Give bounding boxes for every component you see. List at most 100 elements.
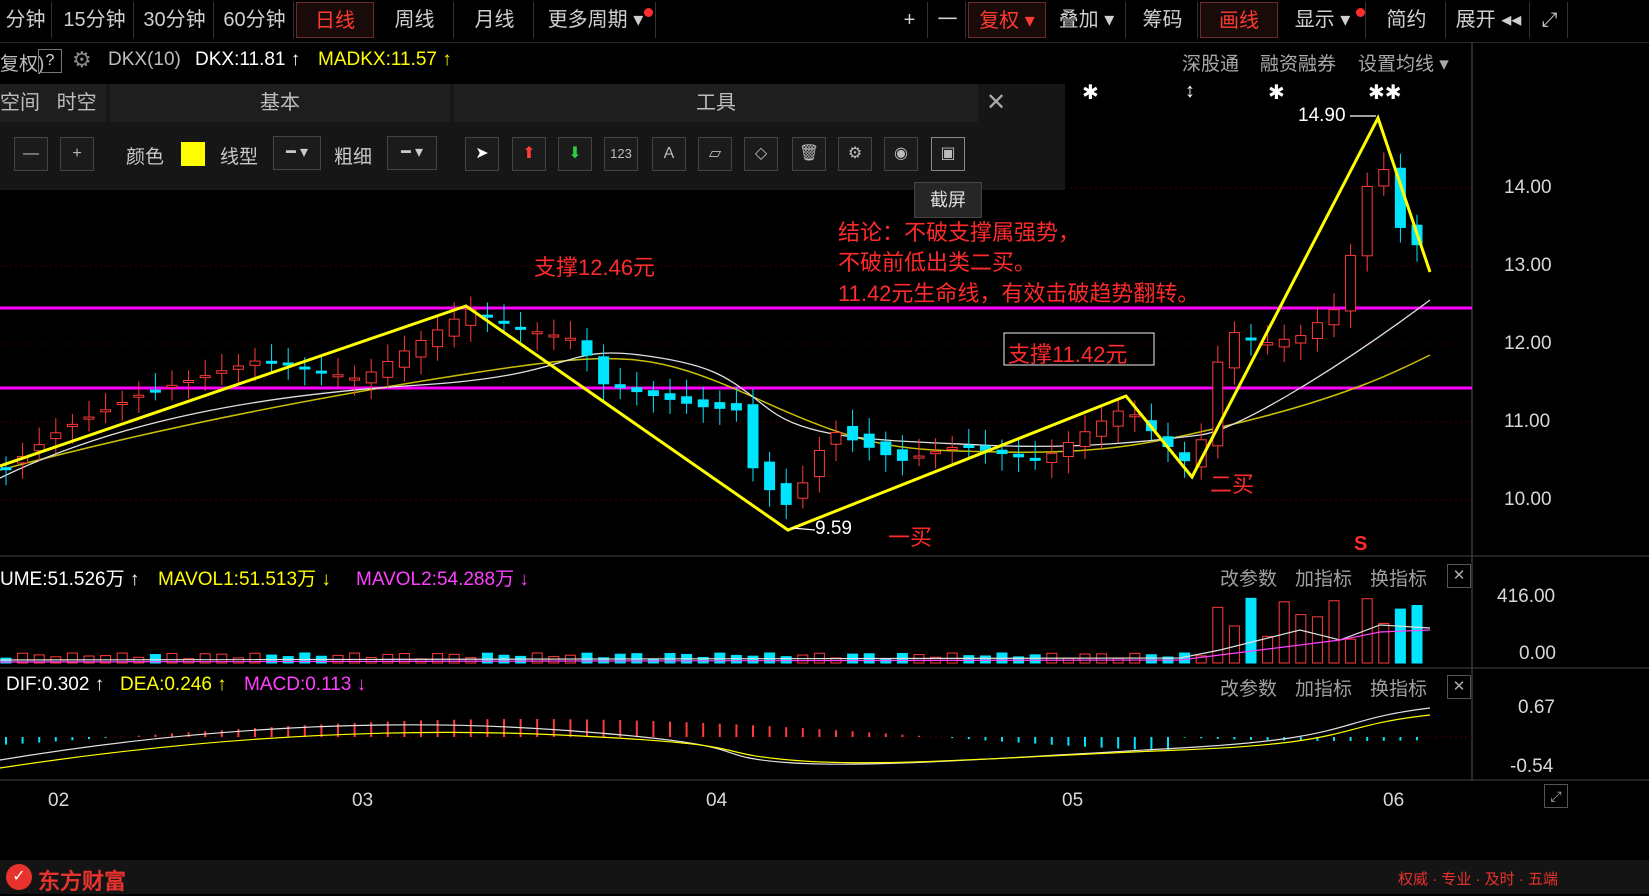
candle-body [1295,335,1307,344]
volume-bar [1295,614,1307,664]
second-buy-label: 二买 [1210,472,1255,497]
dif-line [0,707,1431,765]
trash-icon[interactable]: 🗑 [792,137,826,171]
candle-body [133,394,145,398]
resize-icon[interactable]: ⤢ [1544,784,1568,808]
macd-params-button[interactable]: 改参数 [1220,674,1277,701]
candle-body [299,366,311,370]
up-arrow-icon[interactable]: ⬆ [512,137,546,171]
candle-body [498,320,510,324]
macd-switch-indicator-button[interactable]: 换指标 [1370,674,1427,701]
candle-body [1029,457,1041,461]
candle-body [266,360,278,364]
candle-body [1378,169,1390,187]
candle-body [930,451,942,455]
event-mark-icon: ✱ [1082,82,1099,104]
plus-button[interactable]: + [60,137,94,171]
eraser-icon[interactable]: ◇ [744,137,778,171]
macd-value: MACD:0.113 ↓ [244,674,367,695]
candle-body [149,389,161,393]
candle-body [432,329,444,348]
candle-body [996,449,1008,455]
event-mark-icon: ✱✱ [1368,82,1402,104]
line-width-select[interactable]: ━ ▾ [387,136,437,170]
volume-bar [1345,638,1357,664]
volume-bar [1328,600,1340,664]
cursor-tool-icon[interactable]: ➤ [465,137,499,171]
brand-name: 东方财富 [38,869,127,894]
number-tool-icon[interactable]: 123 [604,137,638,171]
close-icon[interactable]: ✕ [986,88,1006,117]
volume-bar [979,655,991,664]
tab-time-space[interactable]: 时空 [57,92,97,114]
candle-body [946,446,958,450]
candle-body [1129,414,1141,418]
line-type-select[interactable]: ━ ▾ [273,136,321,170]
high-price-label: 14.90 [1298,105,1346,126]
volume-bar [1311,616,1323,664]
candle-body [1361,185,1373,257]
minus-button[interactable]: — [14,137,48,171]
macd-axis-top: 0.67 [1518,697,1555,718]
candle-body [1328,309,1340,326]
price-tick: 13.00 [1504,255,1552,276]
volume-bar [1394,608,1406,664]
candle-body [515,326,527,330]
sell-mark: S [1354,533,1368,555]
volume-bar [714,652,726,664]
candle-body [764,461,776,491]
candle-body [332,374,344,378]
event-mark-icon: ✱ [1268,82,1285,104]
candle-body [1245,337,1257,341]
candle-body [963,444,975,448]
candle-body [714,402,726,409]
price-tick: 11.00 [1504,411,1551,432]
candle-body [598,356,610,385]
candle-body [1079,431,1091,447]
candle-body [349,377,361,381]
eye-icon[interactable]: ◉ [884,137,918,171]
macd-axis-bottom: -0.54 [1510,756,1554,777]
candle-body [681,396,693,404]
volume-params-button[interactable]: 改参数 [1220,564,1277,591]
tab-space[interactable]: 空间 [0,92,40,114]
down-arrow-icon[interactable]: ⬇ [558,137,592,171]
candle-body [398,350,410,368]
candle-body [1046,452,1058,463]
candle-body [448,318,460,337]
volume-bar [232,657,244,664]
ruler-icon[interactable]: ▱ [698,137,732,171]
macd-close-icon[interactable]: ✕ [1447,675,1471,699]
volume-add-indicator-button[interactable]: 加指标 [1295,564,1352,591]
volume-close-icon[interactable]: ✕ [1447,564,1471,588]
candle-body [813,449,825,478]
date-tick: 05 [1062,790,1084,811]
candle-body [232,365,244,370]
candle-body [166,384,178,388]
settings-icon[interactable]: ⚙ [838,137,872,171]
candle-body [1228,332,1240,369]
color-swatch[interactable] [181,142,205,166]
candle-body [747,404,759,469]
volume-bar [1029,654,1041,664]
candle-body [896,449,908,461]
macd-add-indicator-button[interactable]: 加指标 [1295,674,1352,701]
date-tick: 04 [706,790,728,811]
volume-bars [0,597,1423,664]
volume-bar [465,657,477,664]
logo-icon: ✓ [6,864,32,890]
footer-bar: ✓ 东方财富 权威 · 专业 · 及时 · 五端 [0,860,1649,894]
color-label: 颜色 [126,147,165,168]
volume-switch-indicator-button[interactable]: 换指标 [1370,564,1427,591]
volume-bar [365,657,377,664]
candle-body [631,387,643,393]
mavol1-value: MAVOL1:51.513万 ↓ [158,569,331,590]
text-tool-icon[interactable]: A [652,137,686,171]
screenshot-icon[interactable]: ▣ [931,137,965,171]
candle-body [83,416,95,420]
screenshot-tooltip: 截屏 [914,182,982,218]
candle-body [1112,410,1124,427]
first-buy-label: 一买 [888,525,933,550]
volume-bar [1245,597,1257,664]
price-tick: 10.00 [1504,489,1552,510]
